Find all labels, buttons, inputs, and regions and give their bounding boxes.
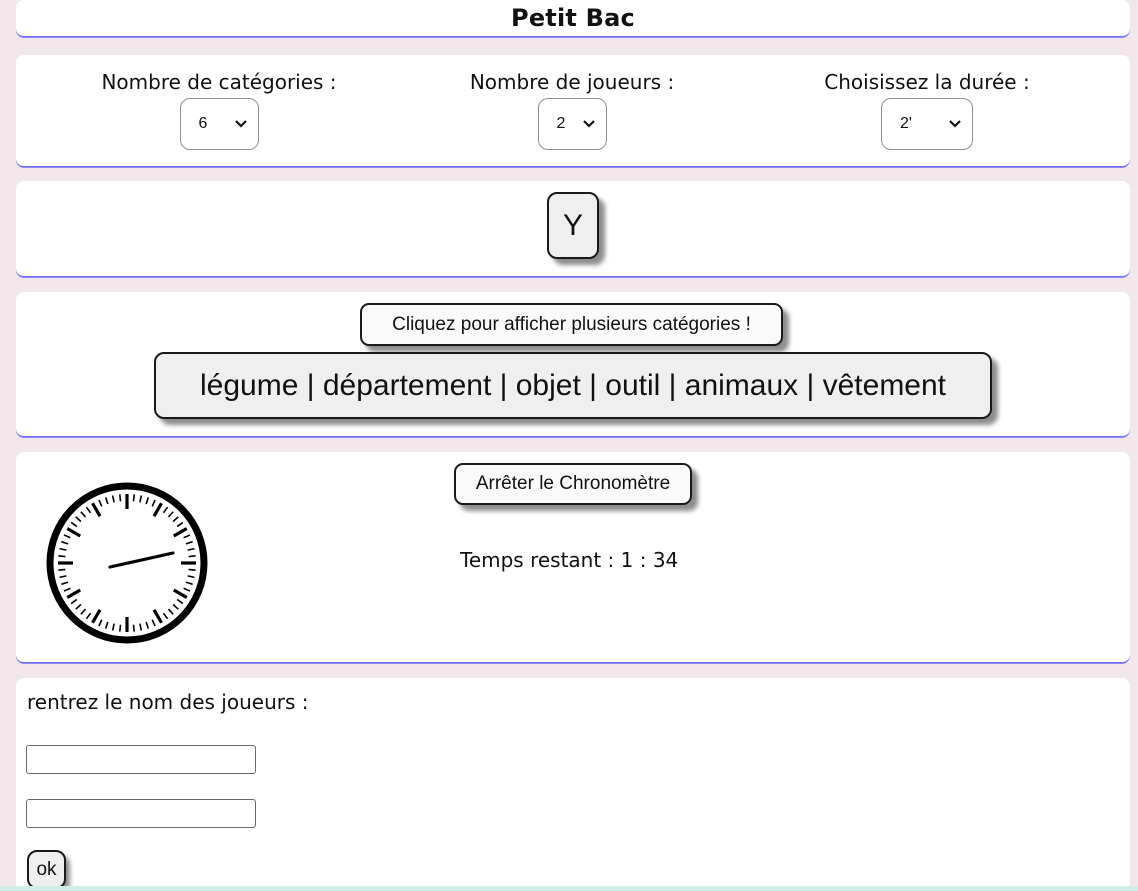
page-title: Petit Bac (511, 4, 635, 32)
clock-tick (58, 568, 66, 572)
clock-tick (188, 568, 196, 572)
players-panel: rentrez le nom des joueurs : ok (16, 678, 1130, 891)
category-count-setting: Nombre de catégories : 6 (54, 68, 384, 150)
show-categories-button[interactable]: Cliquez pour afficher plusieurs catégori… (360, 303, 783, 346)
player-count-value: 2 (556, 115, 566, 132)
player-2-name-input[interactable] (26, 799, 256, 828)
duration-select[interactable]: 2' (881, 98, 973, 150)
clock-tick (58, 554, 66, 558)
categories-panel: Cliquez pour afficher plusieurs catégori… (16, 292, 1130, 437)
ok-button[interactable]: ok (27, 850, 66, 889)
chevron-down-icon (949, 120, 961, 128)
category-count-select[interactable]: 6 (179, 98, 259, 150)
settings-panel: Nombre de catégories : 6 Nombre de joueu… (16, 55, 1130, 167)
remaining-time-text: Temps restant : 1 : 34 (460, 548, 679, 572)
letter-panel: Y (16, 181, 1130, 277)
clock-icon (46, 482, 208, 644)
players-prompt: rentrez le nom des joueurs : (27, 690, 309, 714)
categories-display-button[interactable]: légume | département | objet | outil | a… (154, 352, 992, 419)
category-count-label: Nombre de catégories : (101, 70, 337, 94)
player-count-label: Nombre de joueurs : (469, 70, 675, 94)
timer-panel: Arrêter le Chronomètre Temps restant : 1… (16, 452, 1130, 663)
chevron-down-icon (234, 120, 247, 128)
clock-tick (118, 494, 122, 502)
bottom-strip (0, 886, 1138, 891)
player-1-name-input[interactable] (26, 745, 256, 774)
clock-tick (132, 624, 136, 632)
duration-value: 2' (900, 115, 912, 132)
player-count-setting: Nombre de joueurs : 2 (407, 68, 737, 150)
category-count-value: 6 (198, 115, 208, 132)
title-panel: Petit Bac (16, 0, 1130, 37)
random-letter-button[interactable]: Y (547, 192, 599, 259)
duration-label: Choisissez la durée : (824, 70, 1030, 94)
clock-tick (132, 494, 136, 502)
stop-timer-button[interactable]: Arrêter le Chronomètre (454, 463, 692, 505)
clock-tick (118, 624, 122, 632)
clock-tick (188, 554, 196, 558)
duration-setting: Choisissez la durée : 2' (762, 68, 1092, 150)
player-count-select[interactable]: 2 (537, 98, 607, 150)
chevron-down-icon (582, 120, 595, 128)
